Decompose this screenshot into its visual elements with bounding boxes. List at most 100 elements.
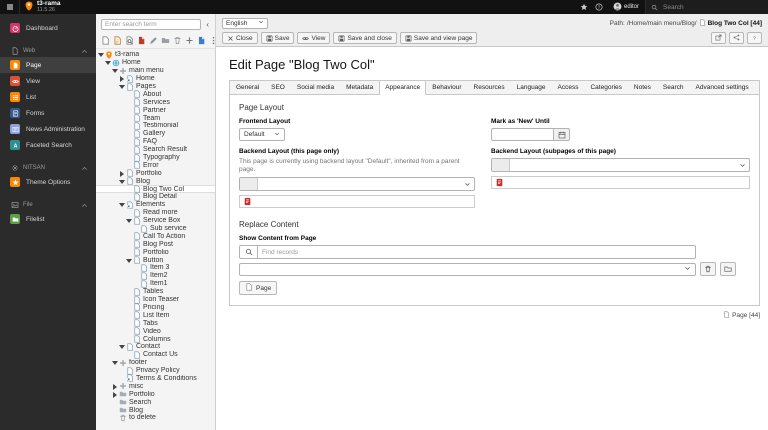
tree-node-blog-detail[interactable]: Blog Detail <box>96 193 215 201</box>
backend-layout-icon-options[interactable] <box>239 195 475 208</box>
find-records-input[interactable] <box>257 245 696 259</box>
mark-new-date-input[interactable] <box>491 128 553 141</box>
remove-selected-button[interactable] <box>700 262 716 276</box>
tree-node-error[interactable]: Error <box>96 161 215 169</box>
backend-layout-option-icon[interactable] <box>495 174 504 192</box>
caret-right-icon[interactable] <box>112 384 117 389</box>
caret-down-icon[interactable] <box>119 202 124 207</box>
caret-down-icon[interactable] <box>98 52 103 57</box>
tree-node-columns[interactable]: Columns <box>96 335 215 343</box>
tree-node-search[interactable]: Search <box>96 398 215 406</box>
tree-node-search-result[interactable]: Search Result <box>96 146 215 154</box>
tree-node-privacy-policy[interactable]: Privacy Policy <box>96 367 215 375</box>
tree-node-main-menu[interactable]: main menu <box>96 67 215 75</box>
tree-node-elements[interactable]: Elements <box>96 201 215 209</box>
page-wizard-button[interactable]: Page <box>239 281 277 295</box>
backend-layout-select[interactable] <box>239 177 475 191</box>
frontend-layout-select[interactable]: Default <box>239 128 285 141</box>
save-and-view-button[interactable]: Save and view page <box>400 32 478 44</box>
module-group-file[interactable]: File <box>0 199 96 211</box>
tree-node-to-delete[interactable]: to delete <box>96 414 215 422</box>
tree-node-about[interactable]: About <box>96 90 215 98</box>
tree-node-blog-two-col[interactable]: Blog Two Col <box>96 185 215 193</box>
tree-node-pricing[interactable]: Pricing <box>96 304 215 312</box>
tab-advanced-settings[interactable]: Advanced settings <box>690 81 755 94</box>
caret-down-icon[interactable] <box>105 60 110 65</box>
tree-toolbar-page-new-icon[interactable] <box>101 36 110 45</box>
tree-node-portfolio[interactable]: Portfolio <box>96 248 215 256</box>
docheader-help-button[interactable]: ? <box>747 32 762 44</box>
caret-down-icon[interactable] <box>126 218 131 223</box>
bookmark-button[interactable] <box>577 0 592 14</box>
tree-node-home[interactable]: Home <box>96 75 215 83</box>
tree-node-blog-post[interactable]: Blog Post <box>96 240 215 248</box>
caret-down-icon[interactable] <box>119 344 124 349</box>
tree-node-item2[interactable]: Item2 <box>96 272 215 280</box>
close-button[interactable]: Close <box>222 32 258 44</box>
tree-toolbar-page-red-icon[interactable] <box>137 36 146 45</box>
menu-toggle-button[interactable] <box>0 0 20 14</box>
caret-down-icon[interactable] <box>119 84 124 89</box>
tree-node-tables[interactable]: Tables <box>96 288 215 296</box>
tree-node-contact[interactable]: Contact <box>96 343 215 351</box>
tree-node-sub-service[interactable]: Sub service <box>96 225 215 233</box>
tree-node-portfolio[interactable]: Portfolio <box>96 169 215 177</box>
tree-node-item-3[interactable]: Item 3 <box>96 264 215 272</box>
tab-language[interactable]: Language <box>511 81 552 94</box>
tree-node-services[interactable]: Services <box>96 98 215 106</box>
tab-behaviour[interactable]: Behaviour <box>426 81 467 94</box>
global-search-input[interactable] <box>661 3 751 12</box>
tree-node-misc[interactable]: misc <box>96 382 215 390</box>
view-button[interactable]: View <box>297 32 330 44</box>
tab-search[interactable]: Search <box>657 81 690 94</box>
content-from-page-select[interactable] <box>239 263 696 276</box>
tree-node-testimonial[interactable]: Testimonial <box>96 122 215 130</box>
tree-node-icon-teaser[interactable]: Icon Teaser <box>96 296 215 304</box>
user-menu[interactable]: editor <box>607 0 645 14</box>
save-and-close-button[interactable]: Save and close <box>333 32 396 44</box>
datepicker-button[interactable] <box>553 128 570 141</box>
backend-layout-subpages-icon-options[interactable] <box>491 176 750 189</box>
help-button[interactable]: ? <box>592 0 607 14</box>
tree-node-item1[interactable]: Item1 <box>96 280 215 288</box>
language-select[interactable]: English <box>222 18 268 29</box>
tree-toolbar-doc-blue-icon[interactable] <box>197 36 206 45</box>
tab-categories[interactable]: Categories <box>584 81 627 94</box>
backend-layout-option-icon[interactable] <box>243 193 252 211</box>
backend-layout-subpages-select[interactable] <box>491 158 750 172</box>
module-faceted-search[interactable]: AFaceted Search <box>0 137 96 153</box>
tree-node-gallery[interactable]: Gallery <box>96 130 215 138</box>
tree-toolbar-folder-gray-icon[interactable] <box>161 36 170 45</box>
module-group-nitsan[interactable]: NITSAN <box>0 162 96 174</box>
save-button[interactable]: Save <box>261 32 295 44</box>
tab-appearance[interactable]: Appearance <box>379 81 426 95</box>
tree-toolbar-kebab-icon[interactable] <box>209 36 216 45</box>
module-dashboard[interactable]: Dashboard <box>0 20 96 36</box>
module-page[interactable]: Page <box>0 57 96 73</box>
tree-node-service-box[interactable]: Service Box <box>96 217 215 225</box>
tree-node-video[interactable]: Video <box>96 327 215 335</box>
tab-metadata[interactable]: Metadata <box>340 81 379 94</box>
tree-node-portfolio[interactable]: Portfolio <box>96 390 215 398</box>
caret-right-icon[interactable] <box>119 171 124 176</box>
tree-node-button[interactable]: Button <box>96 256 215 264</box>
caret-down-icon[interactable] <box>119 179 124 184</box>
tree-toolbar-page-find-icon[interactable] <box>125 36 134 45</box>
module-view[interactable]: View <box>0 73 96 89</box>
tab-notes[interactable]: Notes <box>628 81 657 94</box>
tree-node-faq[interactable]: FAQ <box>96 138 215 146</box>
tree-node-contact-us[interactable]: Contact Us <box>96 351 215 359</box>
tree-collapse-button[interactable]: ‹ <box>204 21 211 29</box>
tab-access[interactable]: Access <box>552 81 585 94</box>
record-search-button[interactable] <box>239 245 257 259</box>
open-in-new-window-button[interactable] <box>711 32 726 44</box>
module-forms[interactable]: Forms <box>0 105 96 121</box>
module-group-web[interactable]: Web <box>0 45 96 57</box>
caret-right-icon[interactable] <box>112 392 117 397</box>
tree-node-blog[interactable]: Blog <box>96 406 215 414</box>
tree-node-partner[interactable]: Partner <box>96 106 215 114</box>
caret-down-icon[interactable] <box>112 68 117 73</box>
tree-node-t3-rama[interactable]: t3-rama <box>96 51 215 59</box>
module-filelist[interactable]: Filelist <box>0 211 96 227</box>
module-list[interactable]: List <box>0 89 96 105</box>
